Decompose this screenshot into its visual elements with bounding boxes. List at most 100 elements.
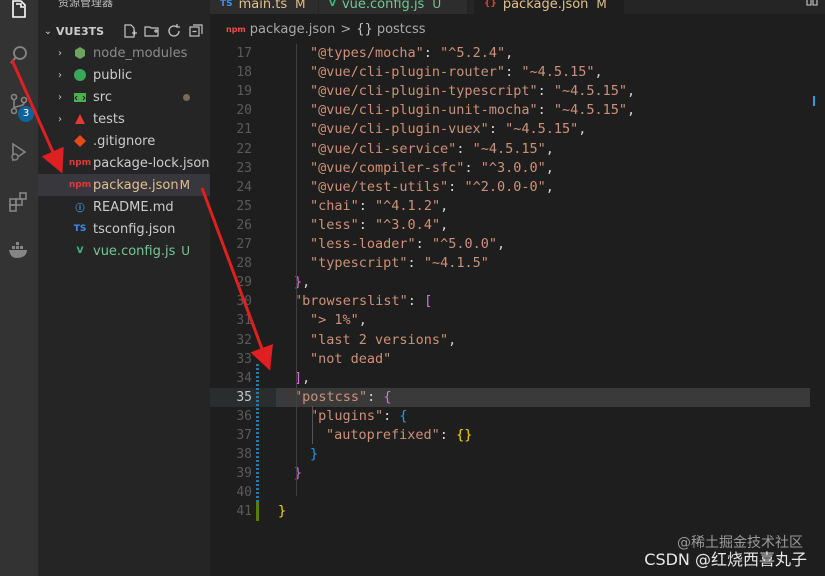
line-code: } — [278, 502, 286, 521]
public-folder-icon — [72, 67, 88, 83]
explorer-title: 资源管理器 — [58, 0, 113, 9]
code-editor[interactable]: 17 "@types/mocha": "^5.2.4", 18 "@vue/cli-p… — [210, 44, 825, 576]
line-number: 30 — [236, 294, 252, 310]
code-line[interactable]: 30 "browserslist": [ — [210, 292, 810, 311]
code-line[interactable]: 33 "not dead" — [210, 350, 810, 369]
tab-status: U — [432, 0, 442, 11]
code-line[interactable]: 37 "autoprefixed": {} — [210, 426, 810, 445]
tree-item-readme[interactable]: ⓘ README.md — [38, 196, 210, 218]
code-line[interactable]: 20 "@vue/cli-plugin-unit-mocha": "~4.5.15… — [210, 101, 810, 120]
tree-item-public[interactable]: › public — [38, 64, 210, 86]
run-debug-icon[interactable] — [0, 132, 38, 172]
code-line[interactable]: 29}, — [210, 273, 810, 292]
code-token: "^4.1.2" — [375, 197, 441, 214]
git-status-badge: U — [181, 244, 190, 258]
code-line[interactable]: 41} — [210, 502, 810, 521]
code-token: "@vue/test-utils" — [310, 178, 449, 195]
more-actions-icon[interactable]: ··· — [179, 0, 192, 8]
code-token: : — [358, 216, 376, 233]
code-line[interactable]: 32 "last 2 versions", — [210, 331, 810, 350]
git-status-badge: M — [179, 178, 190, 192]
chevron-right-icon: › — [58, 69, 62, 81]
code-token: "chai" — [310, 197, 359, 214]
git-added-gutter — [256, 502, 259, 521]
breadcrumb-symbol[interactable]: postcss — [377, 22, 426, 37]
code-line[interactable]: 26 "less": "^3.0.4", — [210, 216, 810, 235]
code-line[interactable]: 35 "postcss": { — [210, 387, 810, 407]
tests-folder-icon — [72, 111, 88, 127]
line-number: 35 — [236, 389, 252, 405]
line-number: 20 — [236, 103, 252, 119]
tree-item-vue-config[interactable]: V vue.config.js U — [38, 240, 210, 262]
code-token: : — [407, 293, 425, 310]
tree-item-src[interactable]: › src — [38, 86, 210, 108]
compare-icon[interactable] — [805, 0, 819, 11]
code-token: , — [627, 83, 636, 100]
explorer-sidebar: 资源管理器 ··· ⌄ VUE3TS › node_modules › publ… — [38, 0, 210, 576]
code-line[interactable]: 25 "chai": "^4.1.2", — [210, 197, 810, 216]
code-line[interactable]: 39} — [210, 464, 810, 483]
new-folder-icon[interactable] — [144, 23, 160, 39]
chevron-right-icon: › — [58, 113, 62, 125]
code-line[interactable]: 21 "@vue/cli-plugin-vuex": "~4.5.15", — [210, 120, 810, 139]
new-file-icon[interactable] — [122, 23, 138, 39]
tree-item-label: .gitignore — [93, 133, 156, 149]
docker-icon[interactable] — [0, 230, 38, 270]
tab-package-json[interactable]: {} package.json M — [474, 0, 625, 14]
code-line[interactable]: 18 "@vue/cli-plugin-router": "~4.5.15", — [210, 63, 810, 82]
typescript-icon: TS — [220, 0, 233, 9]
code-line[interactable]: 31 "> 1%", — [210, 311, 810, 330]
tab-label: vue.config.js — [341, 0, 425, 12]
tree-item-gitignore[interactable]: .gitignore — [38, 130, 210, 152]
code-line[interactable]: 23 "@vue/compiler-sfc": "^3.0.0", — [210, 159, 810, 178]
tree-item-label: src — [93, 89, 112, 105]
code-line[interactable]: 22 "@vue/cli-service": "~4.5.15", — [210, 140, 810, 159]
tree-item-package-lock[interactable]: npm package-lock.json — [38, 152, 210, 174]
code-token: "plugins" — [310, 407, 384, 424]
tree-item-tests[interactable]: › tests — [38, 108, 210, 130]
src-folder-icon — [72, 89, 88, 105]
code-token: "^2.0.0-0" — [464, 178, 546, 195]
code-line[interactable]: 19 "@vue/cli-plugin-typescript": "~4.5.15… — [210, 82, 810, 101]
vue-icon: V — [76, 246, 84, 256]
source-control-icon[interactable]: 3 — [0, 84, 38, 124]
code-token: "less-loader" — [310, 236, 416, 252]
line-code: "chai": "^4.1.2", — [310, 197, 448, 216]
line-number: 24 — [236, 179, 252, 195]
tree-item-node-modules[interactable]: › node_modules — [38, 42, 210, 64]
search-icon[interactable] — [0, 35, 38, 75]
breadcrumb-file[interactable]: package.json — [250, 22, 336, 37]
tab-main-ts[interactable]: TS main.ts M — [210, 0, 319, 14]
tree-item-tsconfig[interactable]: TS tsconfig.json — [38, 218, 210, 240]
refresh-icon[interactable] — [166, 23, 182, 39]
code-line[interactable]: 36 "plugins": { — [210, 407, 810, 426]
workspace-name: VUE3TS — [56, 24, 105, 38]
explorer-icon[interactable] — [0, 0, 38, 30]
code-token: : — [439, 427, 457, 443]
npm-icon: npm — [226, 24, 246, 34]
tab-label: package.json — [502, 0, 589, 12]
line-number: 26 — [236, 217, 252, 233]
tree-item-package-json[interactable]: npm package.json M — [38, 174, 210, 196]
indent-guide — [296, 44, 297, 496]
code-line[interactable]: 17 "@types/mocha": "^5.2.4", — [210, 44, 810, 63]
line-number: 23 — [236, 160, 252, 176]
code-token: {} — [456, 427, 473, 443]
code-line[interactable]: 27 "less-loader": "^5.0.0", — [210, 235, 810, 254]
line-number: 38 — [236, 447, 252, 463]
code-line[interactable]: 40 — [210, 483, 810, 502]
npm-icon: npm — [68, 158, 92, 168]
tab-vue-config[interactable]: V vue.config.js U — [319, 0, 468, 14]
extensions-icon[interactable] — [0, 182, 38, 222]
line-number: 36 — [236, 408, 252, 424]
collapse-all-icon[interactable] — [188, 23, 204, 39]
code-token: { — [383, 388, 392, 405]
chevron-right-icon: › — [58, 91, 62, 103]
workspace-header[interactable]: ⌄ VUE3TS — [38, 20, 210, 42]
code-token: "@vue/cli-service" — [310, 140, 457, 157]
code-token: "> 1%" — [310, 312, 359, 329]
code-line[interactable]: 34], — [210, 369, 810, 388]
code-line[interactable]: 24 "@vue/test-utils": "^2.0.0-0", — [210, 178, 810, 197]
code-line[interactable]: 28 "typescript": "~4.1.5" — [210, 254, 810, 273]
code-line[interactable]: 38} — [210, 445, 810, 464]
